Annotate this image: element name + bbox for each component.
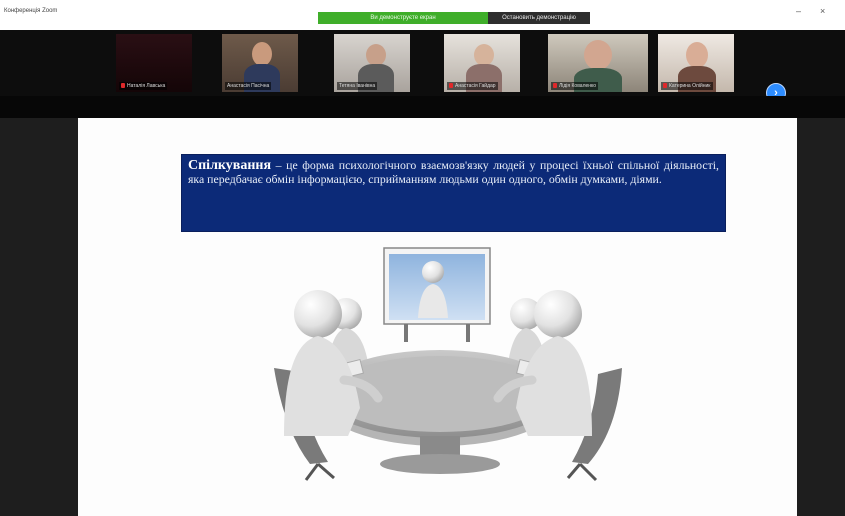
participant-face — [686, 42, 708, 68]
participant-tile[interactable]: Тетяна Іванівна — [334, 34, 410, 92]
participant-tile[interactable]: Наталія Лавська — [116, 34, 192, 92]
minimize-icon[interactable]: – — [796, 6, 801, 16]
mic-muted-icon — [121, 83, 125, 89]
window-title: Конференція Zoom — [4, 8, 58, 14]
participant-face — [252, 42, 272, 66]
participant-name: Анастасія Гайдар — [447, 82, 498, 90]
participant-face — [584, 40, 612, 70]
gallery-separator — [0, 96, 845, 118]
participant-name: Лідія Коваленко — [551, 82, 599, 90]
participant-name: Тетяна Іванівна — [337, 82, 378, 90]
mic-muted-icon — [553, 83, 557, 89]
left-margin — [0, 118, 78, 516]
participant-gallery: Наталія Лавська Анастасія Пасічна Тетяна… — [0, 30, 845, 103]
participant-tile[interactable]: Катерина Олійник — [658, 34, 734, 92]
participant-face — [366, 44, 386, 66]
screen-share-banner[interactable]: Ви демонструєте екран — [318, 12, 488, 24]
participant-face — [474, 44, 494, 66]
stop-share-button[interactable]: Остановить демонстрацію — [488, 12, 590, 24]
participant-name: Анастасія Пасічна — [225, 82, 272, 90]
mic-muted-icon — [663, 83, 667, 89]
participant-name: Наталія Лавська — [119, 82, 168, 90]
participant-name: Катерина Олійник — [661, 82, 713, 90]
participant-tile[interactable]: Анастасія Пасічна — [222, 34, 298, 92]
participant-tile[interactable]: Лідія Коваленко — [548, 34, 648, 92]
participant-tile[interactable]: Анастасія Гайдар — [444, 34, 520, 92]
window-title-bar: Конференція Zoom Ви демонструєте екран О… — [0, 0, 845, 30]
mic-muted-icon — [449, 83, 453, 89]
right-margin — [797, 118, 845, 516]
shared-slide: Спілкування – це форма психологічного вз… — [78, 118, 797, 516]
projection-screen — [383, 247, 491, 342]
meeting-illustration — [274, 247, 622, 482]
close-icon[interactable]: × — [820, 6, 825, 16]
